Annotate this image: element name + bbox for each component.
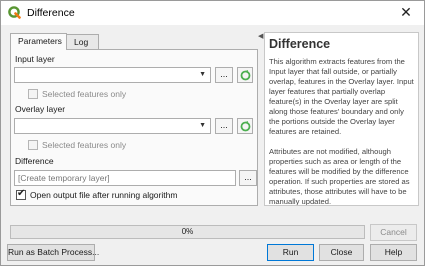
collapse-help-arrow-icon[interactable]: ◀ — [258, 32, 263, 40]
tab-log[interactable]: Log — [66, 34, 99, 49]
close-window-button[interactable]: ✕ — [392, 2, 420, 24]
help-paragraph-attributes: Attributes are not modified, although pr… — [269, 147, 410, 206]
progress-text: 0% — [181, 227, 194, 236]
difference-output-field[interactable]: [Create temporary layer] — [14, 170, 236, 186]
overlay-layer-combo[interactable]: ▼ — [14, 118, 211, 134]
open-output-checkbox[interactable] — [16, 188, 26, 200]
dialog-window: Difference ✕ Parameters Log ◀ Input laye… — [0, 0, 425, 266]
overlay-layer-browse-button[interactable]: ... — [215, 118, 233, 134]
iterate-icon — [240, 121, 251, 132]
overlay-layer-iterate-button[interactable] — [237, 118, 253, 134]
help-title: Difference — [269, 37, 331, 51]
overlay-selected-only-checkbox[interactable] — [28, 140, 38, 150]
help-paragraph-description: This algorithm extracts features from th… — [269, 57, 414, 136]
progress-bar: 0% — [10, 225, 365, 239]
input-layer-iterate-button[interactable] — [237, 67, 253, 83]
help-pane: Difference This algorithm extracts featu… — [264, 32, 419, 206]
help-button[interactable]: Help — [370, 244, 417, 261]
title-bar: Difference ✕ — [1, 1, 424, 25]
overlay-layer-label: Overlay layer — [15, 104, 66, 114]
tab-parameters[interactable]: Parameters — [10, 33, 67, 50]
overlay-selected-only-label: Selected features only — [42, 140, 127, 150]
iterate-icon — [240, 70, 251, 81]
input-layer-label: Input layer — [15, 54, 55, 64]
chevron-down-icon: ▼ — [199, 71, 206, 78]
difference-output-label: Difference — [15, 156, 54, 166]
run-button[interactable]: Run — [267, 244, 314, 261]
input-selected-only-label: Selected features only — [42, 89, 127, 99]
window-title: Difference — [27, 7, 75, 19]
close-button[interactable]: Close — [319, 244, 364, 261]
open-output-label: Open output file after running algorithm — [30, 190, 178, 200]
input-layer-browse-button[interactable]: ... — [215, 67, 233, 83]
run-as-batch-button[interactable]: Run as Batch Process... — [7, 244, 99, 261]
chevron-down-icon: ▼ — [199, 122, 206, 129]
qgis-logo-icon — [8, 6, 21, 19]
difference-output-browse-button[interactable]: ... — [239, 170, 257, 186]
input-selected-only-checkbox[interactable] — [28, 89, 38, 99]
cancel-button[interactable]: Cancel — [370, 224, 417, 241]
input-layer-combo[interactable]: ▼ — [14, 67, 211, 83]
parameters-panel: Input layer ▼ ... Selected features only… — [10, 49, 258, 206]
